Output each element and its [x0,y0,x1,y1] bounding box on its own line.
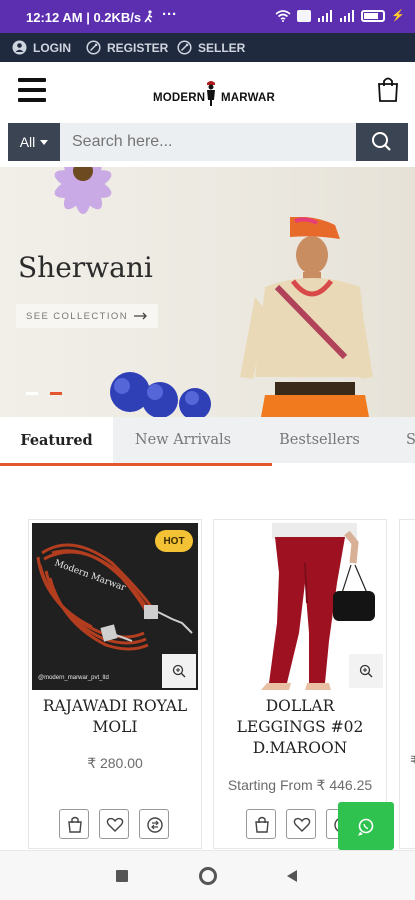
whatsapp-icon [358,818,374,836]
seller-link[interactable]: SELLER [177,40,245,55]
login-link[interactable]: LOGIN [12,40,71,55]
user-icon [12,40,27,55]
bag-icon [68,816,82,833]
system-nav-bar [0,850,415,900]
register-label: REGISTER [107,40,169,55]
banner-title: Sherwani [18,251,153,284]
product-card[interactable]: DOLLAR LEGGINGS #02 D.MAROON Starting Fr… [213,519,387,849]
heart-icon [106,817,124,832]
logo-text-modern: MODERN [153,92,206,104]
logo-text-marwar: MARWAR [221,92,276,104]
bag-icon [255,816,269,833]
heart-icon [293,817,311,832]
tab-featured[interactable]: Featured [0,417,113,463]
carousel-dot-1[interactable] [26,392,38,395]
menu-icon[interactable] [18,78,46,102]
hero-banner[interactable]: Sherwani SEE COLLECTION [0,167,415,417]
seller-icon [177,40,192,55]
signal-icon-2 [340,9,355,22]
add-to-cart-button[interactable] [246,809,276,839]
add-to-cart-button[interactable] [59,809,89,839]
account-bar: LOGIN REGISTER SELLER [0,33,415,62]
login-label: LOGIN [33,40,71,55]
product-card-partial[interactable]: ₹ [399,519,415,849]
compare-icon [147,817,163,833]
product-tabs: Featured New Arrivals Bestsellers S [0,417,415,466]
hd-icon [297,9,312,22]
battery-icon [361,9,386,22]
product-name-line[interactable]: LEGGINGS #02 [214,717,386,738]
tab-indicator [0,463,272,466]
chevron-down-icon [40,139,49,145]
product-image[interactable] [217,523,383,690]
search-bar: All [8,123,408,161]
site-logo[interactable]: MODERN MARWAR [152,80,277,110]
blue-flower-decoration [110,372,211,417]
back-icon[interactable] [285,869,299,883]
image-watermark-text: @modern_marwar_pvt_ltd [38,675,109,681]
arrow-right-icon [133,312,147,320]
model-image [240,217,373,417]
category-select-value: All [19,134,36,150]
search-button[interactable] [356,123,408,161]
product-image[interactable]: Modern Marwar @modern_marwar_pvt_ltd HOT [32,523,198,690]
product-name-line[interactable]: RAJAWADI ROYAL [29,696,201,717]
register-link[interactable]: REGISTER [86,40,168,55]
signal-icon [318,9,333,22]
site-header: MODERN MARWAR [0,62,415,120]
status-time: 12:12 AM | 0.2KB/s [26,10,142,25]
zoom-button[interactable] [349,654,383,688]
flower-decoration [54,167,112,214]
product-name-line[interactable]: D.MAROON [214,738,386,759]
status-bar: 12:12 AM | 0.2KB/s ··· ⚡ [0,0,415,33]
product-name-line[interactable]: MOLI [29,717,201,738]
whatsapp-button[interactable] [338,802,394,850]
search-icon [372,132,391,151]
status-icons: ⚡ [275,9,405,22]
search-input[interactable] [60,123,356,161]
wifi-icon [275,9,291,22]
logo-figure-icon [207,81,215,106]
product-price: Starting From ₹ 446.25 [227,777,373,793]
product-name-line[interactable]: DOLLAR [214,696,386,717]
shopping-bag-icon[interactable] [376,76,400,102]
product-card[interactable]: Modern Marwar @modern_marwar_pvt_ltd HOT… [28,519,202,849]
see-collection-button[interactable]: SEE COLLECTION [16,304,158,328]
zoom-button[interactable] [162,654,196,688]
carousel-dot-2[interactable] [50,392,62,395]
tab-new-arrivals[interactable]: New Arrivals [113,417,253,463]
tab-partial[interactable]: S [386,417,415,463]
more-dots-icon: ··· [162,6,177,23]
product-price-partial: ₹ [410,753,415,769]
wishlist-button[interactable] [286,809,316,839]
charging-icon: ⚡ [391,10,405,22]
wishlist-button[interactable] [99,809,129,839]
see-collection-label: SEE COLLECTION [26,310,128,322]
seller-label: SELLER [198,40,246,55]
register-icon [86,40,101,55]
recent-apps-icon[interactable] [116,870,128,882]
hot-badge: HOT [155,530,193,552]
activity-icon [143,10,155,26]
zoom-icon [359,664,373,678]
zoom-icon [172,664,186,678]
home-icon[interactable] [199,867,217,885]
product-price: ₹ 280.00 [87,755,143,771]
category-select[interactable]: All [8,123,60,161]
tab-bestsellers[interactable]: Bestsellers [253,417,386,463]
compare-button[interactable] [139,809,169,839]
